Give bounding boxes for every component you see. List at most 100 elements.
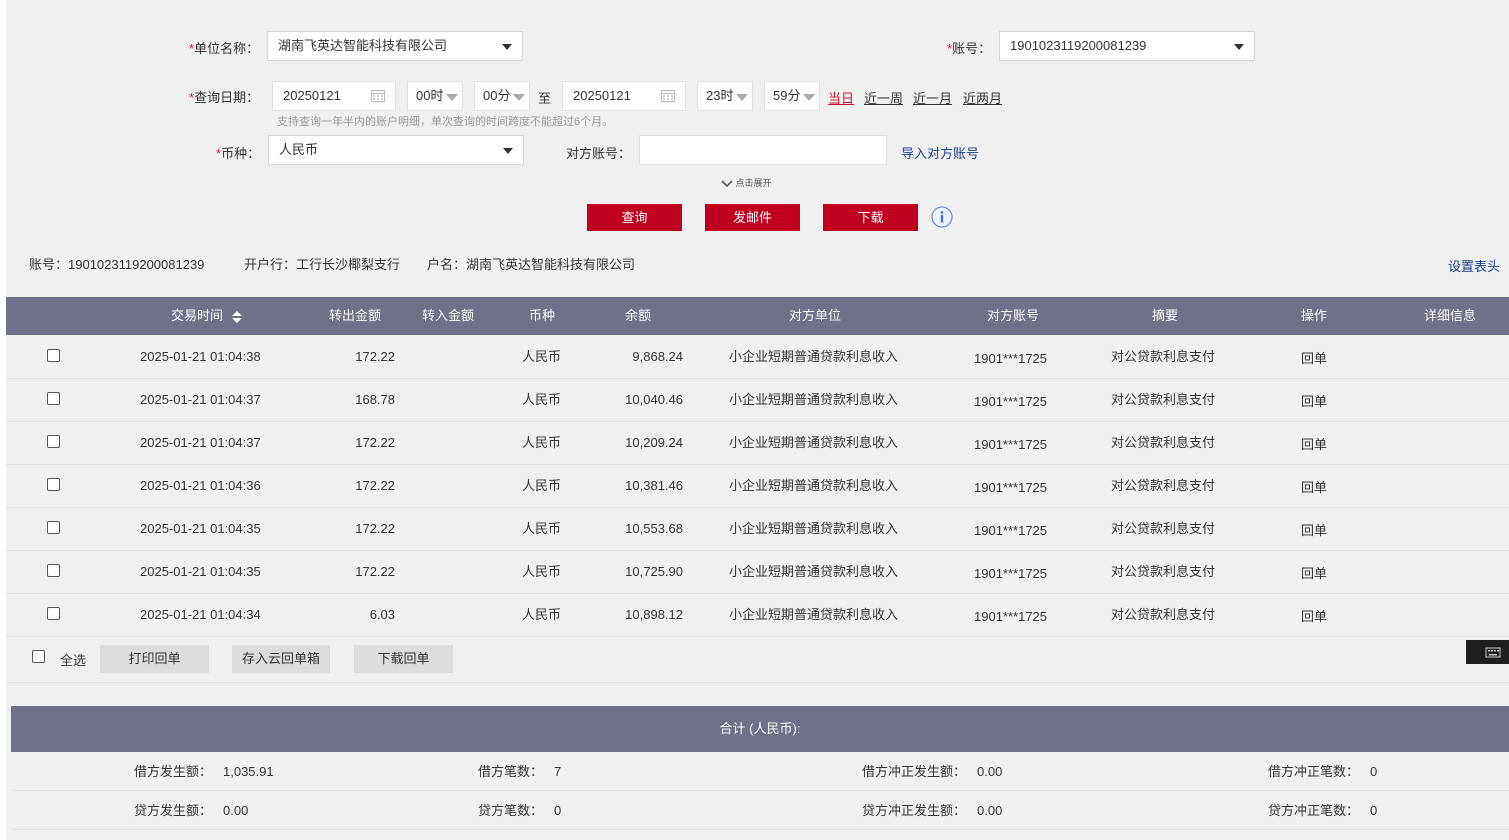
receipt-link[interactable]: 回单 <box>1301 424 1327 466</box>
unit-label: *单位名称： <box>189 38 259 57</box>
chevron-down-icon <box>1234 44 1244 50</box>
query-button[interactable]: 查询 <box>587 204 682 231</box>
row-checkbox[interactable] <box>47 607 60 620</box>
table-row: 2025-01-21 01:04:36 172.22 人民币 10,381.46 小企业… <box>6 465 1509 508</box>
account-info-bank: 开户行：工行长沙椰梨支行 <box>244 257 401 272</box>
header-time[interactable]: 交易时间 <box>171 297 243 335</box>
calendar-icon[interactable] <box>661 89 675 102</box>
start-minute-value: 00分 <box>483 88 511 103</box>
end-minute-select[interactable]: 59分 <box>764 81 820 111</box>
header-operation: 操作 <box>1301 308 1328 323</box>
download-receipt-button[interactable]: 下载回单 <box>354 645 453 673</box>
cell-currency: 人民币 <box>522 392 562 407</box>
cell-time: 2025-01-21 01:04:38 <box>140 349 261 364</box>
header-detail: 详细信息 <box>1424 308 1477 323</box>
start-hour-select[interactable]: 00时 <box>407 81 463 111</box>
set-header-link[interactable]: 设置表头 <box>1448 256 1500 275</box>
cell-summary: 对公贷款利息支付 <box>1111 392 1216 407</box>
credit-reversal-count-label: 贷方冲正笔数： <box>1268 803 1360 818</box>
credit-amount-value: 0.00 <box>223 803 249 818</box>
cell-counter-account: 1901***1725 <box>974 394 1048 409</box>
cell-counterparty: 小企业短期普通贷款利息收入 <box>729 521 899 536</box>
chevron-down-icon <box>446 94 458 101</box>
header-counter-account: 对方账号 <box>987 308 1040 323</box>
cell-counterparty: 小企业短期普通贷款利息收入 <box>729 607 899 622</box>
cell-summary: 对公贷款利息支付 <box>1111 435 1216 450</box>
receipt-link[interactable]: 回单 <box>1301 596 1327 638</box>
end-hour-value: 23时 <box>706 88 734 103</box>
quick-two-months-link[interactable]: 近两月 <box>963 88 1002 107</box>
credit-count-value: 0 <box>554 803 562 818</box>
expand-label: 点击展开 <box>735 178 772 188</box>
debit-reversal-count-value: 0 <box>1370 764 1378 779</box>
receipt-link[interactable]: 回单 <box>1301 553 1327 595</box>
cell-out-amount: 172.22 <box>355 521 395 536</box>
receipt-link[interactable]: 回单 <box>1301 338 1327 380</box>
end-hour-select[interactable]: 23时 <box>697 81 753 111</box>
currency-select[interactable]: 人民币 <box>268 135 524 165</box>
end-date-value: 20250121 <box>573 88 631 103</box>
account-label: *账号： <box>947 38 991 57</box>
header-time-label: 交易时间 <box>171 308 224 323</box>
counter-account-input[interactable] <box>639 135 887 165</box>
import-counter-account-link[interactable]: 导入对方账号 <box>901 143 979 162</box>
totals-credit-row: 贷方发生额： 0.00 贷方笔数： 0 贷方冲正发生额： 0.00 贷方冲正笔数… <box>11 791 1509 830</box>
account-info-name: 户名：湖南飞英达智能科技有限公司 <box>427 257 636 272</box>
send-mail-button[interactable]: 发邮件 <box>705 204 800 231</box>
start-date-input[interactable]: 20250121 <box>272 81 396 111</box>
account-label-text: 账号： <box>952 41 992 56</box>
quick-today-link[interactable]: 当日 <box>828 88 854 107</box>
sort-icon[interactable] <box>231 310 243 324</box>
date-label-text: 查询日期： <box>194 90 260 105</box>
unit-label-text: 单位名称： <box>194 41 260 56</box>
credit-reversal-count-value: 0 <box>1370 803 1378 818</box>
row-checkbox[interactable] <box>47 435 60 448</box>
row-checkbox[interactable] <box>47 349 60 362</box>
receipt-link[interactable]: 回单 <box>1301 467 1327 509</box>
end-date-input[interactable]: 20250121 <box>562 81 686 111</box>
cell-counter-account: 1901***1725 <box>974 437 1048 452</box>
keyboard-icon[interactable] <box>1466 640 1509 664</box>
expand-toggle[interactable]: 点击展开 <box>721 176 772 189</box>
start-minute-select[interactable]: 00分 <box>474 81 530 111</box>
cell-out-amount: 172.22 <box>355 435 395 450</box>
select-all-checkbox[interactable] <box>32 650 45 663</box>
table-row: 2025-01-21 01:04:35 172.22 人民币 10,725.90 小企业… <box>6 551 1509 594</box>
row-checkbox[interactable] <box>47 392 60 405</box>
divider <box>6 682 1509 683</box>
quick-month-link[interactable]: 近一月 <box>913 88 952 107</box>
cell-summary: 对公贷款利息支付 <box>1111 564 1216 579</box>
receipt-link[interactable]: 回单 <box>1301 510 1327 552</box>
print-receipt-button[interactable]: 打印回单 <box>100 645 209 673</box>
unit-select[interactable]: 湖南飞英达智能科技有限公司 <box>267 31 523 61</box>
date-range-hint: 支持查询一年半内的账户明细，单次查询的时间跨度不能超过6个月。 <box>277 116 614 128</box>
account-info-number: 账号：1901023119200081239 <box>29 257 205 272</box>
account-select[interactable]: 1901023119200081239 <box>999 31 1255 61</box>
cell-summary: 对公贷款利息支付 <box>1111 607 1216 622</box>
row-checkbox[interactable] <box>47 478 60 491</box>
debit-amount-value: 1,035.91 <box>223 764 274 779</box>
cell-balance: 10,725.90 <box>625 564 683 579</box>
chevron-down-icon <box>502 44 512 50</box>
cell-balance: 10,553.68 <box>625 521 683 536</box>
receipt-link[interactable]: 回单 <box>1301 381 1327 423</box>
credit-count-label: 贷方笔数： <box>478 803 544 818</box>
row-checkbox[interactable] <box>47 564 60 577</box>
cell-balance: 10,040.46 <box>625 392 683 407</box>
row-checkbox[interactable] <box>47 521 60 534</box>
quick-week-link[interactable]: 近一周 <box>864 88 903 107</box>
cell-counter-account: 1901***1725 <box>974 523 1048 538</box>
cell-balance: 9,868.24 <box>632 349 683 364</box>
cell-summary: 对公贷款利息支付 <box>1111 478 1216 493</box>
cell-time: 2025-01-21 01:04:37 <box>140 435 261 450</box>
info-icon[interactable] <box>931 206 953 228</box>
cell-counterparty: 小企业短期普通贷款利息收入 <box>729 564 899 579</box>
date-label: *查询日期： <box>189 87 259 106</box>
calendar-icon[interactable] <box>371 89 385 102</box>
currency-label-text: 币种： <box>221 146 261 161</box>
page: *单位名称： 湖南飞英达智能科技有限公司 *账号： 19010231192000… <box>6 0 1509 840</box>
download-button[interactable]: 下载 <box>823 204 918 231</box>
save-cloud-receipt-button[interactable]: 存入云回单箱 <box>232 645 330 673</box>
cell-balance: 10,898.12 <box>625 607 683 622</box>
start-date-value: 20250121 <box>283 88 341 103</box>
